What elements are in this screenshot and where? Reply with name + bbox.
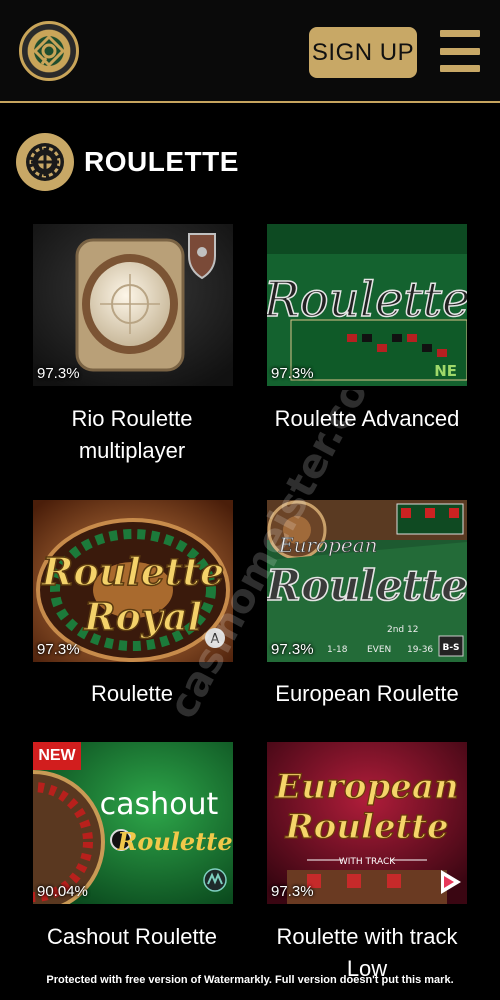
menu-bar bbox=[440, 65, 480, 72]
table-label: 19-36 bbox=[407, 645, 433, 655]
game-title-line: Roulette bbox=[91, 681, 173, 706]
section-title: ROULETTE bbox=[84, 146, 239, 177]
provider-logo: A bbox=[211, 632, 220, 647]
art-title-line2: Roulette bbox=[284, 807, 448, 847]
game-title-line: Rio Roulette bbox=[71, 406, 193, 431]
art-title-line2: Roulette bbox=[267, 561, 467, 610]
art-title-line1: Roulette bbox=[41, 549, 224, 594]
art-title-line1: European bbox=[278, 533, 378, 557]
art-title-line2: Roulette bbox=[116, 827, 232, 856]
art-title-line2: Royal bbox=[83, 594, 202, 639]
game-tile-roulette-advanced[interactable]: Roulette NE 97.3% bbox=[267, 224, 467, 386]
new-badge: NEW bbox=[33, 742, 81, 770]
game-title-line: Roulette with track bbox=[276, 924, 458, 949]
rtp-label: 90.04% bbox=[37, 883, 88, 900]
game-title[interactable]: European Roulette bbox=[252, 678, 482, 710]
game-title[interactable]: Roulette bbox=[17, 678, 247, 710]
art-title-line1: cashout bbox=[100, 787, 219, 822]
game-thumbnail: 2nd 12 1-18 EVEN 19-36 European Roulette… bbox=[267, 500, 467, 662]
casino-roulette-logo-icon[interactable] bbox=[19, 21, 79, 81]
site-header: SIGN UP bbox=[0, 0, 500, 103]
table-label: 2nd 12 bbox=[387, 625, 418, 635]
game-title-line: European Roulette bbox=[275, 681, 459, 706]
watermark-notice: Protected with free version of Watermark… bbox=[46, 974, 454, 986]
table-label: 1-18 bbox=[327, 645, 348, 655]
rtp-label: 97.3% bbox=[37, 365, 80, 382]
table-label: EVEN bbox=[367, 645, 391, 655]
art-title: Roulette bbox=[267, 272, 467, 328]
game-tile-roulette-royal[interactable]: Roulette Royal A 97.3% bbox=[33, 500, 233, 662]
game-tile-roulette-with-track[interactable]: European Roulette WITH TRACK 97.3% bbox=[267, 742, 467, 904]
menu-bar bbox=[440, 47, 480, 55]
rtp-label: 97.3% bbox=[271, 365, 314, 382]
game-thumbnail: European Roulette WITH TRACK bbox=[267, 742, 467, 904]
game-title[interactable]: Roulette Advanced bbox=[252, 403, 482, 435]
game-title[interactable]: Rio Roulette multiplayer bbox=[17, 403, 247, 467]
game-tile-cashout-roulette[interactable]: cashout Roulette NEW 90.04% bbox=[33, 742, 233, 904]
roulette-wheel-icon bbox=[16, 133, 74, 191]
provider-logo: B-S bbox=[442, 643, 459, 653]
provider-logo: NE bbox=[434, 362, 457, 380]
art-title-line1: European bbox=[274, 767, 458, 807]
art-subtitle: WITH TRACK bbox=[339, 857, 396, 867]
section-heading: ROULETTE bbox=[16, 130, 239, 194]
game-title-line: Cashout Roulette bbox=[47, 924, 217, 949]
logo-mark bbox=[32, 34, 66, 68]
game-thumbnail: Roulette Royal A bbox=[33, 500, 233, 662]
game-thumbnail bbox=[33, 224, 233, 386]
sign-up-button[interactable]: SIGN UP bbox=[309, 27, 417, 78]
game-title-line: multiplayer bbox=[78, 438, 186, 463]
game-title[interactable]: Cashout Roulette bbox=[17, 921, 247, 953]
rtp-label: 97.3% bbox=[271, 641, 314, 658]
menu-bar bbox=[440, 30, 480, 37]
rtp-label: 97.3% bbox=[271, 883, 314, 900]
game-title-line: Roulette Advanced bbox=[274, 406, 460, 431]
game-tile-european-roulette[interactable]: 2nd 12 1-18 EVEN 19-36 European Roulette… bbox=[267, 500, 467, 662]
rtp-label: 97.3% bbox=[37, 641, 80, 658]
hamburger-menu-icon[interactable] bbox=[440, 30, 480, 72]
game-thumbnail: Roulette NE bbox=[267, 224, 467, 386]
game-tile-rio-roulette[interactable]: 97.3% bbox=[33, 224, 233, 386]
